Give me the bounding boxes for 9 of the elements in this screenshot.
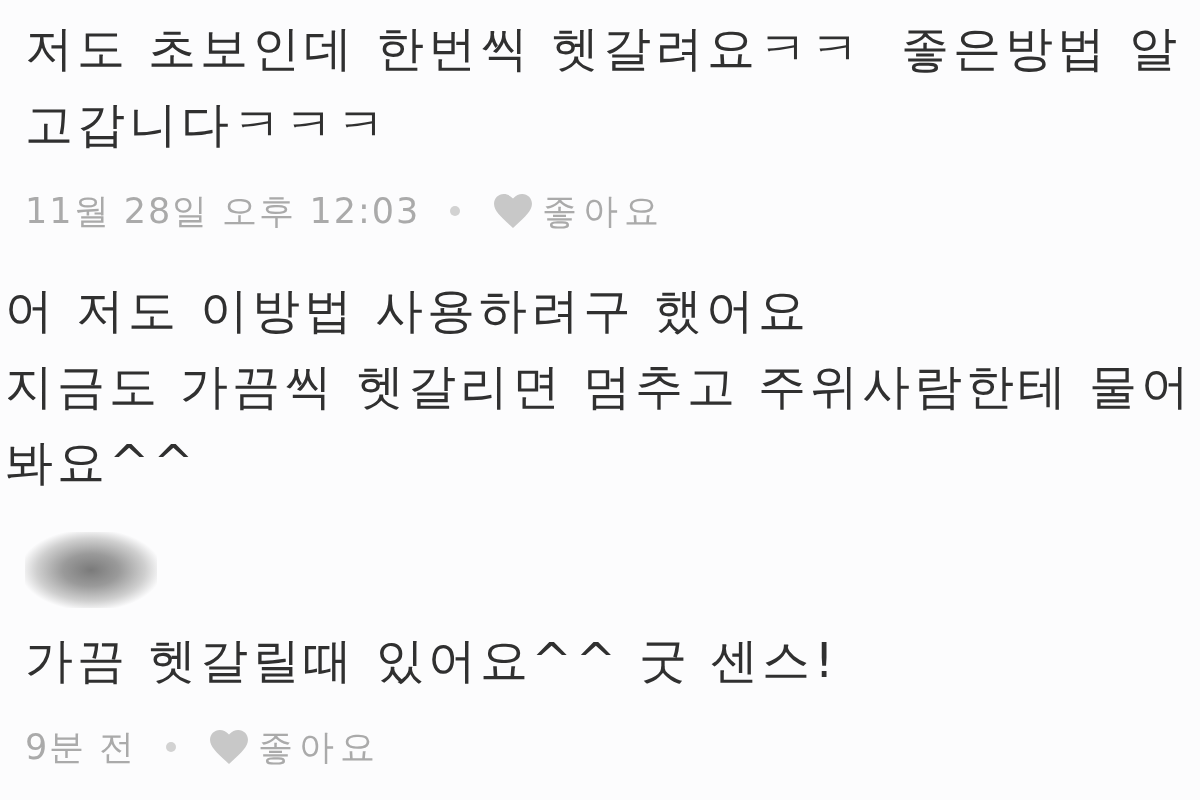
comment-time: 9분 전 [25,725,137,769]
comment-text: 어 저도 이방법 사용하려구 했어요 지금도 가끔씩 헷갈리면 멈추고 주위사람한테 물어 봐요^^ [5,281,1194,492]
like-button[interactable]: 좋아요 [494,187,666,235]
comment-time: 11월 28일 오후 12:03 [25,189,421,233]
separator-dot-icon [450,206,461,216]
comment-text: 가끔 헷갈릴때 있어요^^ 굿 센스! [25,631,838,690]
comment-text: 저도 초보인데 한번씩 헷갈려요ㅋㅋ 좋은방법 알 고갑니다ㅋㅋㅋ [25,19,1181,154]
like-button[interactable]: 좋아요 [210,723,382,771]
separator-dot-icon [166,742,177,752]
